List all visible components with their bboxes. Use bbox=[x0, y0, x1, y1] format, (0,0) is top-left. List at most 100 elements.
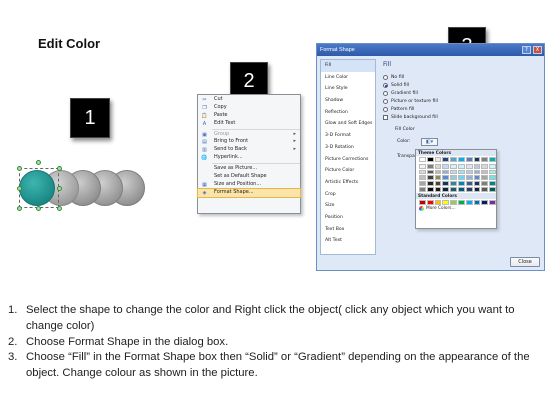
color-swatch[interactable] bbox=[457, 175, 465, 181]
color-swatch[interactable] bbox=[489, 157, 496, 162]
color-swatch[interactable] bbox=[473, 199, 481, 205]
menu-item-bring-to-front[interactable]: ▤ Bring to Front ▸ bbox=[198, 138, 300, 146]
color-swatch[interactable] bbox=[473, 169, 481, 175]
color-swatch[interactable] bbox=[426, 186, 434, 192]
more-colors-button[interactable]: More Colors... bbox=[416, 205, 496, 211]
resize-handle[interactable] bbox=[57, 166, 62, 171]
color-swatch[interactable] bbox=[434, 175, 442, 181]
color-swatch[interactable] bbox=[465, 199, 473, 205]
menu-item-send-to-back[interactable]: ▥ Send to Back ▸ bbox=[198, 146, 300, 154]
nav-item-line-color[interactable]: Line Color bbox=[321, 72, 375, 84]
color-swatch[interactable] bbox=[481, 169, 489, 175]
color-swatch[interactable] bbox=[450, 186, 457, 192]
resize-handle[interactable] bbox=[17, 166, 22, 171]
slide-background-fill-checkbox[interactable]: Slide background fill bbox=[383, 115, 438, 120]
help-button[interactable]: ? bbox=[522, 46, 531, 54]
nav-item-picture-color[interactable]: Picture Color bbox=[321, 165, 375, 177]
nav-item-size[interactable]: Size bbox=[321, 200, 375, 212]
color-swatch[interactable] bbox=[473, 163, 481, 169]
color-swatch[interactable] bbox=[442, 157, 450, 162]
color-swatch[interactable] bbox=[442, 181, 450, 186]
color-swatch[interactable] bbox=[457, 199, 465, 205]
color-swatch[interactable] bbox=[465, 157, 473, 162]
color-swatch[interactable] bbox=[489, 175, 496, 181]
color-swatch[interactable] bbox=[450, 157, 457, 162]
color-swatch[interactable] bbox=[442, 186, 450, 192]
color-swatch[interactable] bbox=[419, 163, 426, 169]
nav-item-fill[interactable]: Fill bbox=[321, 60, 375, 72]
nav-item-position[interactable]: Position bbox=[321, 212, 375, 224]
color-swatch[interactable] bbox=[426, 181, 434, 186]
color-swatch[interactable] bbox=[481, 181, 489, 186]
gradient-fill-radio[interactable]: Gradient fill bbox=[383, 91, 418, 96]
circle-shapes-group[interactable] bbox=[15, 158, 155, 218]
color-swatch[interactable] bbox=[457, 186, 465, 192]
color-swatch[interactable] bbox=[419, 169, 426, 175]
color-swatch[interactable] bbox=[426, 175, 434, 181]
color-swatch[interactable] bbox=[489, 199, 496, 205]
menu-item-save-as-picture[interactable]: Save as Picture... bbox=[198, 165, 300, 173]
close-button[interactable]: Close bbox=[510, 257, 540, 267]
menu-item-format-shape[interactable]: ◈ Format Shape... bbox=[197, 187, 301, 198]
color-swatch[interactable] bbox=[465, 169, 473, 175]
resize-handle[interactable] bbox=[17, 186, 22, 191]
color-swatch[interactable] bbox=[473, 157, 481, 162]
color-swatch[interactable] bbox=[481, 157, 489, 162]
color-swatch[interactable] bbox=[419, 157, 426, 162]
color-swatch[interactable] bbox=[450, 181, 457, 186]
color-swatch[interactable] bbox=[450, 199, 457, 205]
color-swatch[interactable] bbox=[442, 163, 450, 169]
color-swatch[interactable] bbox=[457, 157, 465, 162]
rotation-handle[interactable] bbox=[36, 160, 41, 165]
nav-item-artistic-effects[interactable]: Artistic Effects bbox=[321, 177, 375, 189]
nav-item-alt-text[interactable]: Alt Text bbox=[321, 235, 375, 247]
color-swatch[interactable] bbox=[426, 163, 434, 169]
nav-item-picture-corrections[interactable]: Picture Corrections bbox=[321, 154, 375, 166]
color-swatch[interactable] bbox=[419, 181, 426, 186]
menu-item-hyperlink[interactable]: 🌐 Hyperlink... bbox=[198, 154, 300, 162]
color-swatch[interactable] bbox=[465, 163, 473, 169]
color-swatch[interactable] bbox=[489, 181, 496, 186]
color-swatch[interactable] bbox=[450, 175, 457, 181]
color-swatch[interactable] bbox=[434, 169, 442, 175]
resize-handle[interactable] bbox=[36, 206, 41, 211]
color-swatch[interactable] bbox=[426, 169, 434, 175]
nav-item-3d-rotation[interactable]: 3-D Rotation bbox=[321, 142, 375, 154]
menu-item-cut[interactable]: ✂ Cut bbox=[198, 96, 300, 104]
resize-handle[interactable] bbox=[57, 206, 62, 211]
color-swatch[interactable] bbox=[473, 186, 481, 192]
menu-item-size-position[interactable]: ▦ Size and Position... bbox=[198, 181, 300, 189]
color-swatch[interactable] bbox=[434, 186, 442, 192]
nav-item-line-style[interactable]: Line Style bbox=[321, 83, 375, 95]
menu-item-copy[interactable]: ❐ Copy bbox=[198, 104, 300, 112]
color-swatch[interactable] bbox=[457, 181, 465, 186]
color-swatch[interactable] bbox=[457, 163, 465, 169]
menu-item-set-default-shape[interactable]: Set as Default Shape bbox=[198, 173, 300, 181]
color-swatch[interactable] bbox=[419, 186, 426, 192]
close-icon[interactable]: X bbox=[533, 46, 542, 54]
nav-item-text-box[interactable]: Text Box bbox=[321, 224, 375, 236]
color-swatch[interactable] bbox=[442, 169, 450, 175]
color-swatch[interactable] bbox=[465, 186, 473, 192]
resize-handle[interactable] bbox=[17, 206, 22, 211]
color-swatch[interactable] bbox=[450, 169, 457, 175]
color-swatch[interactable] bbox=[465, 175, 473, 181]
nav-item-reflection[interactable]: Reflection bbox=[321, 107, 375, 119]
nav-item-3d-format[interactable]: 3-D Format bbox=[321, 130, 375, 142]
nav-item-crop[interactable]: Crop bbox=[321, 189, 375, 201]
color-swatch[interactable] bbox=[426, 199, 434, 205]
color-swatch[interactable] bbox=[419, 199, 426, 205]
color-swatch[interactable] bbox=[434, 157, 442, 162]
color-swatch[interactable] bbox=[481, 186, 489, 192]
color-swatch[interactable] bbox=[434, 181, 442, 186]
color-swatch[interactable] bbox=[442, 199, 450, 205]
color-swatch[interactable] bbox=[489, 163, 496, 169]
color-swatch[interactable] bbox=[473, 181, 481, 186]
color-swatch[interactable] bbox=[489, 186, 496, 192]
color-picker-button[interactable]: ◧▾ bbox=[421, 138, 438, 146]
color-swatch[interactable] bbox=[465, 181, 473, 186]
color-swatch[interactable] bbox=[450, 163, 457, 169]
resize-handle[interactable] bbox=[57, 186, 62, 191]
solid-fill-radio[interactable]: Solid fill bbox=[383, 83, 409, 88]
color-swatch[interactable] bbox=[442, 175, 450, 181]
